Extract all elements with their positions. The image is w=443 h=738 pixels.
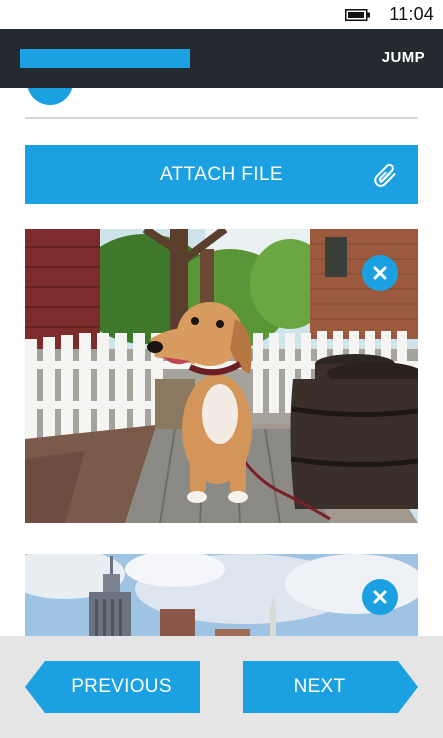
jump-button[interactable]: JUMP [382, 49, 425, 66]
attach-file-label: ATTACH FILE [160, 164, 283, 185]
attachment-photo-city[interactable] [25, 554, 418, 636]
attach-file-button[interactable]: ATTACH FILE [25, 145, 418, 204]
attachment-photo-dog[interactable] [25, 229, 418, 523]
remove-attachment-button[interactable] [362, 579, 398, 615]
app-header: JUMP [0, 29, 443, 88]
next-label: NEXT [293, 676, 346, 697]
status-time: 11:04 [389, 4, 434, 24]
status-bar: 11:04 [0, 0, 443, 29]
next-button[interactable]: NEXT [243, 661, 418, 713]
city-photo-image [25, 554, 418, 636]
paperclip-icon [374, 163, 396, 187]
close-icon [373, 266, 387, 280]
footer-navigation: PREVIOUS NEXT [0, 636, 443, 738]
dog-photo-image [25, 229, 418, 523]
close-icon [373, 590, 387, 604]
content-scroll[interactable]: ATTACH FILE [0, 88, 443, 636]
previous-item-button[interactable] [27, 88, 73, 105]
divider [25, 117, 418, 119]
page-title [20, 49, 190, 68]
remove-attachment-button[interactable] [362, 255, 398, 291]
previous-label: PREVIOUS [71, 676, 172, 697]
previous-button[interactable]: PREVIOUS [25, 661, 200, 713]
battery-icon [345, 9, 370, 21]
